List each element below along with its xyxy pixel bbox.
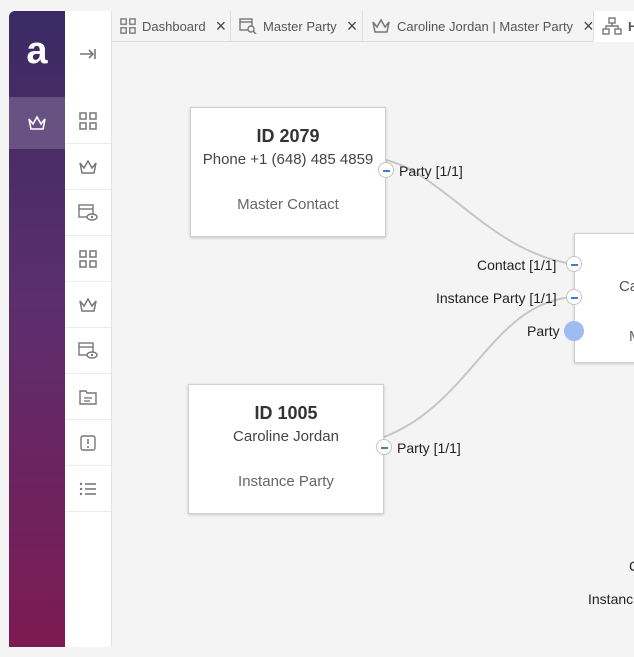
port-connector[interactable] <box>564 321 584 341</box>
sidebar-item-master-party[interactable] <box>65 144 111 190</box>
sidebar-item-dashboard[interactable] <box>65 98 111 144</box>
node-detail: Phone +1 (648) 485 4859 <box>202 151 374 168</box>
app-logo[interactable]: a <box>9 11 65 91</box>
sidebar-item-table-view[interactable] <box>65 190 111 236</box>
close-icon[interactable]: × <box>583 17 594 35</box>
grid-icon <box>79 249 97 268</box>
folder-icon <box>79 389 97 405</box>
sidebar-item-list[interactable] <box>65 466 111 512</box>
main-rail: a <box>9 11 65 647</box>
tab-hierarchy[interactable]: H <box>594 11 634 42</box>
tab-caroline-jordan[interactable]: Caroline Jordan | Master Party × <box>363 11 594 42</box>
port-collapse-button[interactable] <box>566 256 582 272</box>
port-label: Party [1/1] <box>399 163 463 179</box>
tab-label: Master Party <box>263 18 337 34</box>
crown-icon <box>79 158 97 174</box>
crown-icon <box>371 18 391 34</box>
graph-canvas[interactable]: ID 2079 Phone +1 (648) 485 4859 Master C… <box>112 43 634 647</box>
side-panel <box>65 11 112 647</box>
tab-dashboard[interactable]: Dashboard × <box>112 11 231 42</box>
expand-arrow-icon <box>80 49 96 59</box>
tab-label: H <box>628 18 634 34</box>
instance-party-node[interactable]: ID 1005 Caroline Jordan Instance Party <box>188 384 384 514</box>
node-type: Instance Party <box>238 473 334 490</box>
edge-label-partial: Instanc <box>588 591 634 607</box>
port-label: Contact [1/1] <box>477 257 557 273</box>
port-collapse-button[interactable] <box>378 162 394 178</box>
sidebar-item-table-view-2[interactable] <box>65 328 111 374</box>
grid-icon <box>79 111 97 130</box>
grid-icon <box>120 18 136 34</box>
table-search-icon <box>239 18 257 34</box>
sidebar-item-folder[interactable] <box>65 374 111 420</box>
edge-label-partial: C <box>629 558 634 574</box>
port-collapse-button[interactable] <box>376 439 392 455</box>
table-eye-icon <box>78 203 98 221</box>
node-partial-type: M <box>629 328 634 345</box>
node-id: ID 2079 <box>256 126 320 146</box>
alert-icon <box>80 434 96 451</box>
list-icon <box>79 482 96 495</box>
node-type: Master Contact <box>237 196 339 213</box>
close-icon[interactable]: × <box>347 17 358 35</box>
close-icon[interactable]: × <box>216 17 227 35</box>
crown-icon <box>28 115 46 130</box>
master-contact-node[interactable]: ID 2079 Phone +1 (648) 485 4859 Master C… <box>190 107 386 237</box>
table-eye-icon <box>78 341 98 359</box>
app-window: a Dashboard × Master Party × Caroline Jo… <box>9 11 634 647</box>
hierarchy-icon <box>602 17 622 35</box>
node-detail: Caroline Jordan <box>233 428 339 445</box>
node-partial-name: Ca <box>619 278 634 295</box>
sidebar-item-issues[interactable] <box>65 420 111 466</box>
expand-panel-button[interactable] <box>65 31 111 77</box>
tab-bar: Dashboard × Master Party × Caroline Jord… <box>112 11 634 43</box>
port-collapse-button[interactable] <box>566 289 582 305</box>
tab-label: Dashboard <box>142 18 206 34</box>
sidebar-item-master-party-2[interactable] <box>65 282 111 328</box>
crown-icon <box>79 296 97 312</box>
rail-item-master-data[interactable] <box>9 97 65 149</box>
sidebar-item-dashboard-2[interactable] <box>65 236 111 282</box>
port-label: Party [1/1] <box>397 440 461 456</box>
port-label: Instance Party [1/1] <box>436 290 557 306</box>
center-party-node[interactable]: Ca M <box>574 233 634 363</box>
tab-label: Caroline Jordan | Master Party <box>397 18 574 34</box>
tab-master-party[interactable]: Master Party × <box>231 11 363 42</box>
edge-instance-party <box>383 296 574 438</box>
port-label: Party <box>527 323 560 339</box>
node-id: ID 1005 <box>254 403 318 423</box>
